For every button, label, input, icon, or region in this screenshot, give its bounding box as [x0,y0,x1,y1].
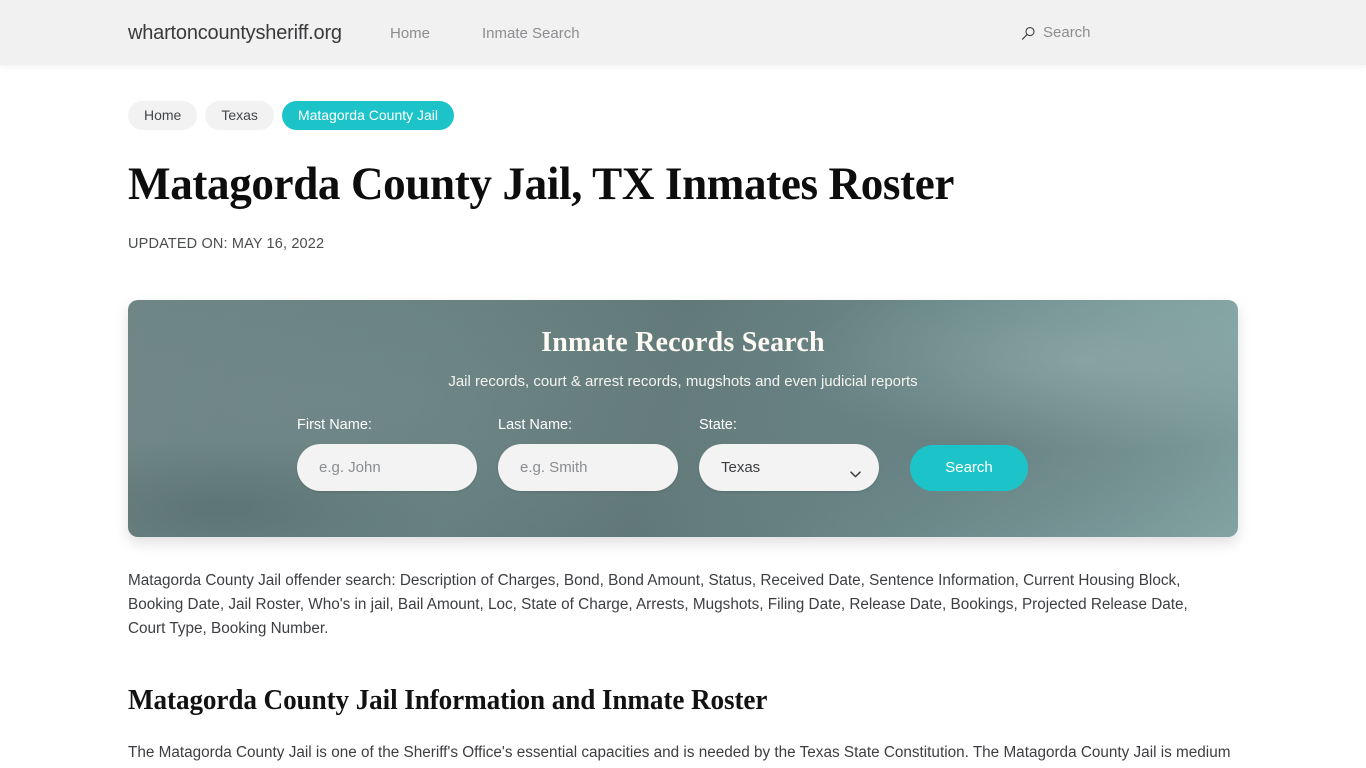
page-title: Matagorda County Jail, TX Inmates Roster [128,158,955,210]
search-card-title: Inmate Records Search [541,327,825,358]
breadcrumb-item-home[interactable]: Home [128,101,198,130]
header-search-label: Search [1043,24,1091,41]
page-body: Home Texas Matagorda County Jail Matagor… [0,65,1366,768]
breadcrumb-item-texas[interactable]: Texas [205,101,274,130]
first-name-label: First Name: [297,417,372,433]
nav-item-inmate-search[interactable]: Inmate Search [482,25,580,43]
first-name-field-group: First Name: [297,416,477,491]
updated-on-text: UPDATED ON: MAY 16, 2022 [128,236,325,252]
inmate-search-form: First Name: Last Name: State: Texas [128,416,1238,491]
inmate-records-search-card: Inmate Records Search Jail records, cour… [128,300,1238,537]
last-name-label: Last Name: [498,417,573,433]
last-name-field-group: Last Name: [498,416,678,491]
content-container: Home Texas Matagorda County Jail Matagor… [128,65,1238,768]
state-label: State: [699,417,737,433]
state-field-group: State: Texas [699,416,879,491]
first-name-input[interactable] [297,444,477,491]
last-name-input[interactable] [498,444,678,491]
jail-information-paragraph: The Matagorda County Jail is one of the … [128,743,1231,768]
state-select[interactable]: Texas [699,444,879,491]
header-search-toggle[interactable]: Search [1021,24,1091,42]
nav-item-home[interactable]: Home [390,25,430,43]
search-card-subtitle: Jail records, court & arrest records, mu… [448,373,918,390]
search-submit-button[interactable]: Search [910,445,1028,491]
header-inner: whartoncountysheriff.org Home Inmate Sea… [0,0,1366,65]
lead-paragraph: Matagorda County Jail offender search: D… [128,572,1188,638]
breadcrumb: Home Texas Matagorda County Jail [128,65,1238,130]
site-header: whartoncountysheriff.org Home Inmate Sea… [0,0,1366,65]
breadcrumb-item-current: Matagorda County Jail [281,101,455,130]
search-icon [1021,26,1036,41]
site-brand-link[interactable]: whartoncountysheriff.org [128,21,342,45]
section-heading-jail-information: Matagorda County Jail Information and In… [128,684,768,716]
